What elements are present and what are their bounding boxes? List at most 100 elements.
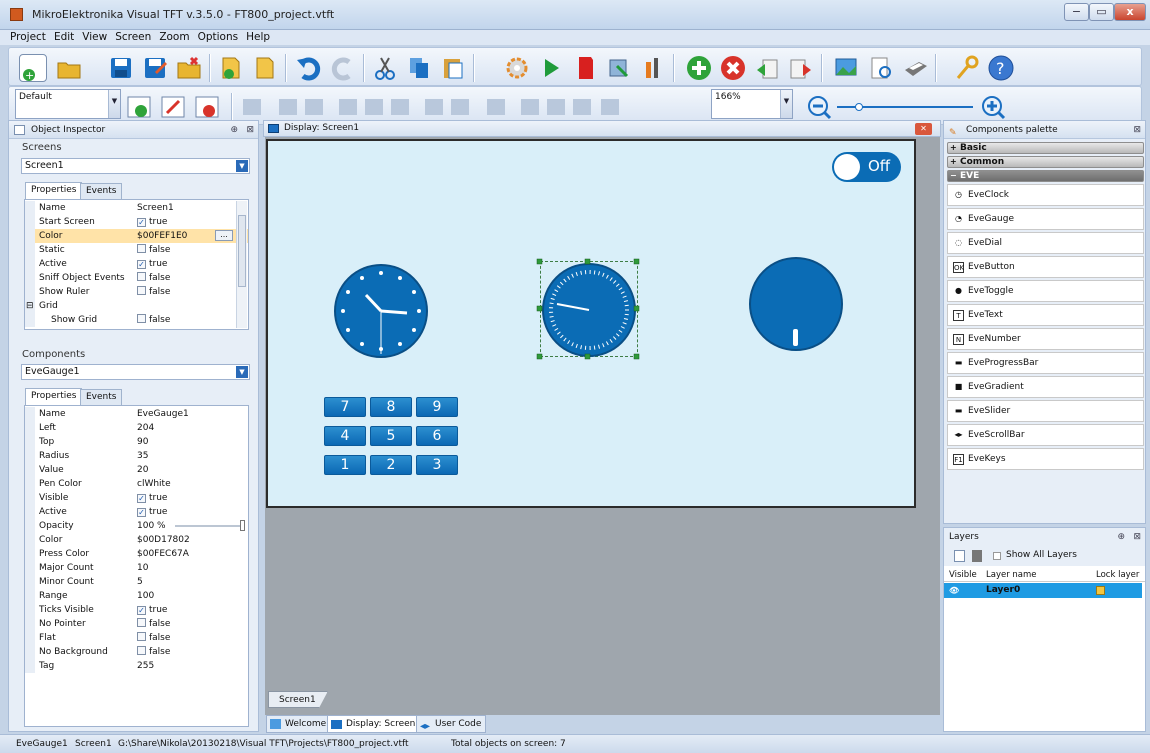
- lock-icon[interactable]: [1096, 586, 1105, 595]
- key-license-icon[interactable]: [953, 54, 981, 82]
- property-row[interactable]: Tag 255: [25, 659, 248, 673]
- checkbox-checked[interactable]: ✓: [137, 606, 146, 615]
- property-value[interactable]: false: [137, 617, 170, 631]
- new-project-icon[interactable]: +: [19, 54, 47, 82]
- property-row[interactable]: No Pointer false: [25, 617, 248, 631]
- close-project-icon[interactable]: [175, 54, 203, 82]
- checkbox-unchecked[interactable]: [137, 286, 146, 295]
- property-row[interactable]: Name EveGauge1: [25, 407, 248, 421]
- settings-gear-icon[interactable]: [503, 54, 531, 82]
- checkbox-checked[interactable]: ✓: [137, 508, 146, 517]
- key-5[interactable]: 5: [370, 426, 412, 446]
- property-row[interactable]: Start Screen ✓ true: [25, 215, 248, 229]
- property-value[interactable]: $00D17802: [137, 533, 190, 547]
- property-row[interactable]: Flat false: [25, 631, 248, 645]
- palette-item-evekeys[interactable]: F1 EveKeys: [947, 448, 1144, 470]
- property-row[interactable]: Active ✓ true: [25, 505, 248, 519]
- panel-close-icon[interactable]: ⊠: [246, 121, 254, 139]
- palette-item-evetext[interactable]: T EveText: [947, 304, 1144, 326]
- checkbox-unchecked[interactable]: [137, 618, 146, 627]
- property-row[interactable]: Show Grid false: [25, 313, 248, 327]
- export-icon[interactable]: [605, 54, 633, 82]
- property-value[interactable]: 10: [137, 561, 148, 575]
- checkbox-checked[interactable]: ✓: [137, 218, 146, 227]
- property-value[interactable]: EveGauge1: [137, 407, 189, 421]
- property-row[interactable]: Active ✓ true: [25, 257, 248, 271]
- menu-project[interactable]: Project: [6, 30, 50, 45]
- group-eve[interactable]: − EVE: [947, 170, 1144, 182]
- edit-style-icon[interactable]: [159, 93, 187, 121]
- print-preview-icon[interactable]: [867, 54, 895, 82]
- property-value[interactable]: 35: [137, 449, 148, 463]
- property-value[interactable]: false: [137, 271, 170, 285]
- maximize-button[interactable]: ▭: [1089, 3, 1114, 21]
- add-screen-icon[interactable]: [685, 54, 713, 82]
- display-close-icon[interactable]: ✕: [915, 123, 932, 135]
- property-row[interactable]: Sniff Object Events false: [25, 271, 248, 285]
- checkbox-unchecked[interactable]: [137, 272, 146, 281]
- zoom-out-icon[interactable]: [805, 93, 833, 121]
- property-row[interactable]: Left 204: [25, 421, 248, 435]
- group-common[interactable]: + Common: [947, 156, 1144, 168]
- property-value[interactable]: ✓ true: [137, 505, 167, 519]
- property-row[interactable]: Pen Color clWhite: [25, 477, 248, 491]
- property-row[interactable]: Ticks Visible ✓ true: [25, 603, 248, 617]
- move-screen-left-icon[interactable]: [753, 54, 781, 82]
- property-row[interactable]: Range 100: [25, 589, 248, 603]
- new-style-icon[interactable]: [125, 93, 153, 121]
- property-value[interactable]: 5: [137, 575, 143, 589]
- checkbox-unchecked[interactable]: [137, 632, 146, 641]
- property-value[interactable]: 100 %: [137, 519, 166, 533]
- menu-options[interactable]: Options: [194, 30, 243, 45]
- remove-file-icon[interactable]: [251, 54, 279, 82]
- property-value[interactable]: $00FEF1E0: [137, 229, 187, 243]
- screen-display[interactable]: Off 789 456 123: [266, 139, 916, 508]
- minimize-button[interactable]: −: [1064, 3, 1089, 21]
- ellipsis-button[interactable]: ...: [215, 230, 233, 241]
- checkbox-unchecked[interactable]: [137, 646, 146, 655]
- checkbox-unchecked[interactable]: [137, 244, 146, 253]
- property-row[interactable]: Top 90: [25, 435, 248, 449]
- menu-help[interactable]: Help: [242, 30, 274, 45]
- slider-thumb[interactable]: [240, 520, 245, 531]
- tab-welcome[interactable]: Welcome: [266, 715, 332, 733]
- palette-item-evescrollbar[interactable]: ◂▸ EveScrollBar: [947, 424, 1144, 446]
- palette-item-evegauge[interactable]: ◔ EveGauge: [947, 208, 1144, 230]
- sd-card-icon[interactable]: [571, 54, 599, 82]
- close-button[interactable]: x: [1114, 3, 1146, 21]
- property-value[interactable]: 20: [137, 463, 148, 477]
- key-1[interactable]: 1: [324, 455, 366, 475]
- property-value[interactable]: Screen1: [137, 201, 174, 215]
- property-value[interactable]: 100: [137, 589, 154, 603]
- property-value[interactable]: ✓ true: [137, 491, 167, 505]
- key-3[interactable]: 3: [416, 455, 458, 475]
- print-icon[interactable]: [901, 54, 929, 82]
- key-6[interactable]: 6: [416, 426, 458, 446]
- menu-screen[interactable]: Screen: [111, 30, 155, 45]
- tab-user-code[interactable]: ◂▸ User Code: [416, 715, 487, 733]
- property-value[interactable]: false: [137, 243, 170, 257]
- property-value[interactable]: false: [137, 285, 170, 299]
- screen-select[interactable]: Screen1 ▼: [21, 158, 250, 174]
- key-7[interactable]: 7: [324, 397, 366, 417]
- palette-item-eveslider[interactable]: ▬ EveSlider: [947, 400, 1144, 422]
- redo-icon[interactable]: [329, 54, 357, 82]
- panel-close-icon[interactable]: ⊠: [1133, 121, 1141, 139]
- style-combo[interactable]: Default ▼: [15, 89, 121, 119]
- save-icon[interactable]: [107, 54, 135, 82]
- paste-icon[interactable]: [439, 54, 467, 82]
- palette-item-eveprogressbar[interactable]: ▬ EveProgressBar: [947, 352, 1144, 374]
- tab-screen-events[interactable]: Events: [80, 183, 123, 199]
- open-folder-icon[interactable]: [55, 54, 83, 82]
- property-row[interactable]: Show Ruler false: [25, 285, 248, 299]
- palette-item-evedial[interactable]: ◌ EveDial: [947, 232, 1144, 254]
- zoom-in-icon[interactable]: [979, 93, 1007, 121]
- tab-component-properties[interactable]: Properties: [25, 388, 83, 405]
- collapse-icon[interactable]: ⊟: [26, 299, 34, 313]
- copy-icon[interactable]: [405, 54, 433, 82]
- group-basic[interactable]: + Basic: [947, 142, 1144, 154]
- layer-row[interactable]: 👁 Layer0: [944, 583, 1142, 598]
- delete-style-icon[interactable]: [193, 93, 221, 121]
- palette-item-evetoggle[interactable]: ● EveToggle: [947, 280, 1144, 302]
- property-value[interactable]: 90: [137, 435, 148, 449]
